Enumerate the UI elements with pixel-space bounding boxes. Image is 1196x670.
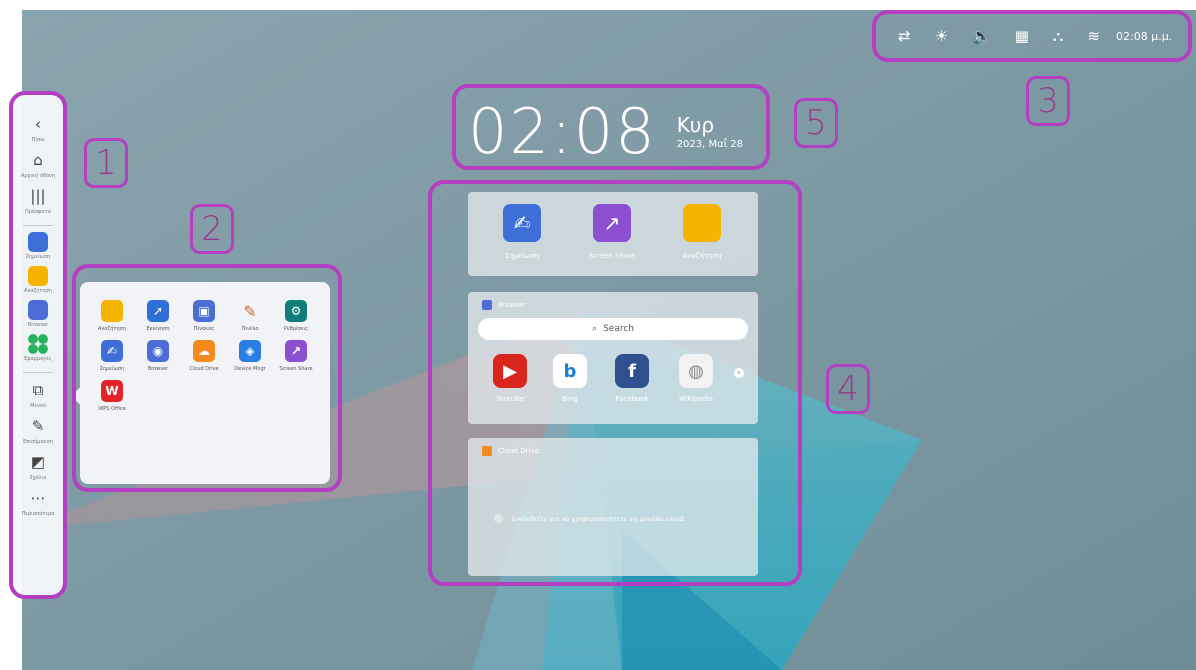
annotation-box-3 [872,10,1192,62]
annotation-label-2: 2 [190,204,234,254]
annotation-box-5 [452,84,770,170]
annotation-box-4 [428,180,802,586]
annotation-label-1: 1 [84,138,128,188]
annotation-label-3: 3 [1026,76,1070,126]
annotation-box-2 [72,264,342,492]
annotation-label-5: 5 [794,98,838,148]
annotation-box-1 [9,91,67,599]
annotation-label-4: 4 [826,364,870,414]
